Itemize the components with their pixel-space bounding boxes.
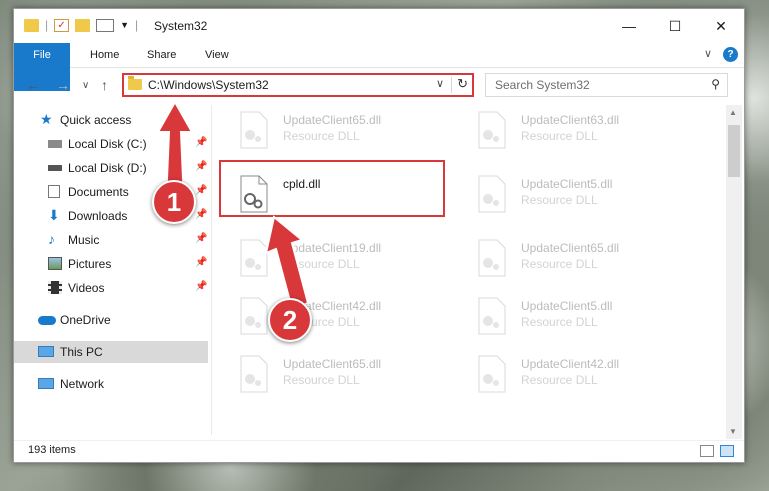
quick-access-toolbar: | ✓ ▼ | (24, 18, 138, 32)
large-icons-view-icon[interactable] (720, 445, 734, 457)
qat-dropdown-icon[interactable]: ▼ (120, 20, 129, 30)
address-path[interactable]: C:\Windows\System32 (148, 78, 269, 92)
dll-file-icon (477, 111, 507, 149)
drive-icon (48, 165, 62, 171)
folder-icon (128, 76, 142, 90)
search-input[interactable]: Search System32 ⚲ (485, 73, 728, 97)
list-item[interactable]: UpdateClient63.dll Resource DLL (471, 107, 701, 155)
dll-file-icon (239, 111, 269, 149)
minimize-button[interactable]: — (606, 9, 652, 43)
computer-icon (38, 346, 54, 357)
sidebar-item-onedrive[interactable]: OneDrive (14, 309, 208, 331)
address-dropdown-icon[interactable]: ∨ (436, 77, 444, 90)
refresh-icon[interactable]: ↻ (457, 76, 468, 92)
list-item[interactable]: UpdateClient65.dll Resource DLL (471, 235, 701, 283)
sidebar-item-network[interactable]: Network (14, 373, 208, 395)
downloads-icon: ⬇ (48, 207, 60, 223)
list-item[interactable]: UpdateClient65.dll Resource DLL (233, 107, 463, 155)
list-item[interactable]: UpdateClient5.dll Resource DLL (471, 293, 701, 341)
dll-file-icon (477, 239, 507, 277)
scroll-down-icon[interactable]: ▼ (729, 427, 737, 436)
videos-icon (48, 281, 62, 294)
sidebar-item-pictures[interactable]: Pictures 📌 (14, 253, 208, 275)
customize-qat-icon[interactable] (96, 18, 115, 32)
help-icon[interactable]: ? (723, 47, 738, 62)
drive-icon (48, 140, 62, 148)
search-icon[interactable]: ⚲ (711, 77, 720, 91)
maximize-button[interactable]: ☐ (652, 9, 698, 43)
pin-icon[interactable]: 📌 (195, 257, 207, 268)
ribbon-tabs: File Home Share View ∨ ? (14, 43, 744, 91)
cloud-icon (38, 316, 56, 325)
window-title: System32 (154, 19, 208, 33)
properties-icon[interactable]: ✓ (54, 18, 70, 32)
dll-file-icon (477, 175, 507, 213)
details-view-icon[interactable] (700, 445, 714, 457)
close-button[interactable]: ✕ (698, 9, 744, 43)
ribbon-expand-icon[interactable]: ∨ (704, 47, 712, 60)
tab-home[interactable]: Home (76, 43, 133, 67)
tab-view[interactable]: View (191, 43, 243, 67)
music-icon: ♪ (48, 231, 55, 247)
pictures-icon (48, 257, 62, 270)
explorer-window: | ✓ ▼ | System32 — ☐ ✕ File Home Share V… (13, 8, 745, 463)
list-item[interactable]: UpdateClient65.dll Resource DLL (233, 351, 463, 399)
annotation-arrow-2 (264, 215, 310, 311)
tab-share[interactable]: Share (133, 43, 190, 67)
up-button[interactable]: ↑ (101, 77, 108, 93)
list-item[interactable]: UpdateClient5.dll Resource DLL (471, 171, 701, 219)
folder-icon[interactable] (24, 18, 39, 32)
new-folder-icon[interactable] (75, 18, 91, 32)
sidebar-item-videos[interactable]: Videos 📌 (14, 277, 208, 299)
scroll-up-icon[interactable]: ▲ (729, 108, 737, 117)
cpld-dll-highlight-box (219, 160, 445, 217)
recent-locations-button[interactable]: ∨ (82, 80, 89, 91)
navigation-bar: ← → ∨ ↑ C:\Windows\System32 ∨ ↻ Search S… (14, 68, 744, 104)
item-count: 193 items (28, 444, 76, 456)
dll-file-icon (239, 355, 269, 393)
list-item[interactable]: UpdateClient42.dll Resource DLL (471, 351, 701, 399)
step-badge-1: 1 (152, 180, 196, 224)
back-button[interactable]: ← (26, 77, 40, 93)
dll-file-icon (477, 297, 507, 335)
title-bar: | ✓ ▼ | System32 — ☐ ✕ (14, 9, 744, 43)
sidebar-item-this-pc[interactable]: This PC (14, 341, 208, 363)
forward-button[interactable]: → (56, 77, 70, 93)
network-icon (38, 378, 54, 389)
pin-icon[interactable]: 📌 (195, 233, 207, 244)
documents-icon (48, 185, 60, 198)
step-badge-2: 2 (268, 298, 312, 342)
search-placeholder: Search System32 (495, 78, 590, 92)
star-icon: ★ (40, 111, 53, 127)
status-bar: 193 items (14, 440, 744, 463)
scrollbar-thumb[interactable] (728, 125, 740, 177)
vertical-scrollbar[interactable]: ▲ ▼ (726, 105, 742, 439)
sidebar-item-music[interactable]: ♪ Music 📌 (14, 229, 208, 251)
pin-icon[interactable]: 📌 (195, 281, 207, 292)
dll-file-icon (477, 355, 507, 393)
